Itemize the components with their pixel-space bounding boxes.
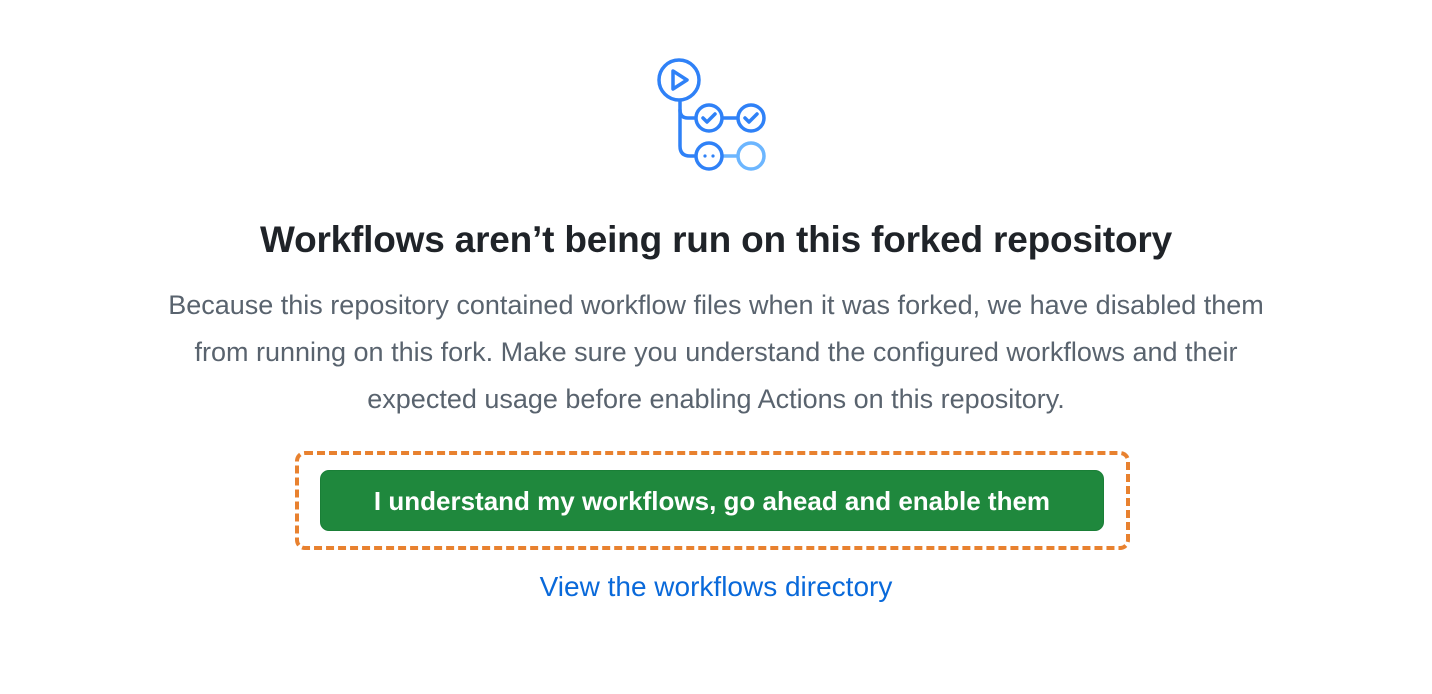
description-line: Because this repository contained workfl… [168,290,1264,320]
enable-workflows-button[interactable]: I understand my workflows, go ahead and … [320,470,1104,531]
description-line: from running on this fork. Make sure you… [194,337,1238,367]
workflows-link-row: View the workflows directory [0,567,1432,607]
actions-disabled-fork-page: Workflows aren’t being run on this forke… [0,0,1432,694]
view-workflows-directory-link[interactable]: View the workflows directory [540,571,893,602]
description-line: expected usage before enabling Actions o… [367,384,1065,414]
actions-workflow-icon [650,58,774,172]
page-description: Because this repository contained workfl… [40,282,1392,423]
page-title: Workflows aren’t being run on this forke… [260,219,1172,260]
